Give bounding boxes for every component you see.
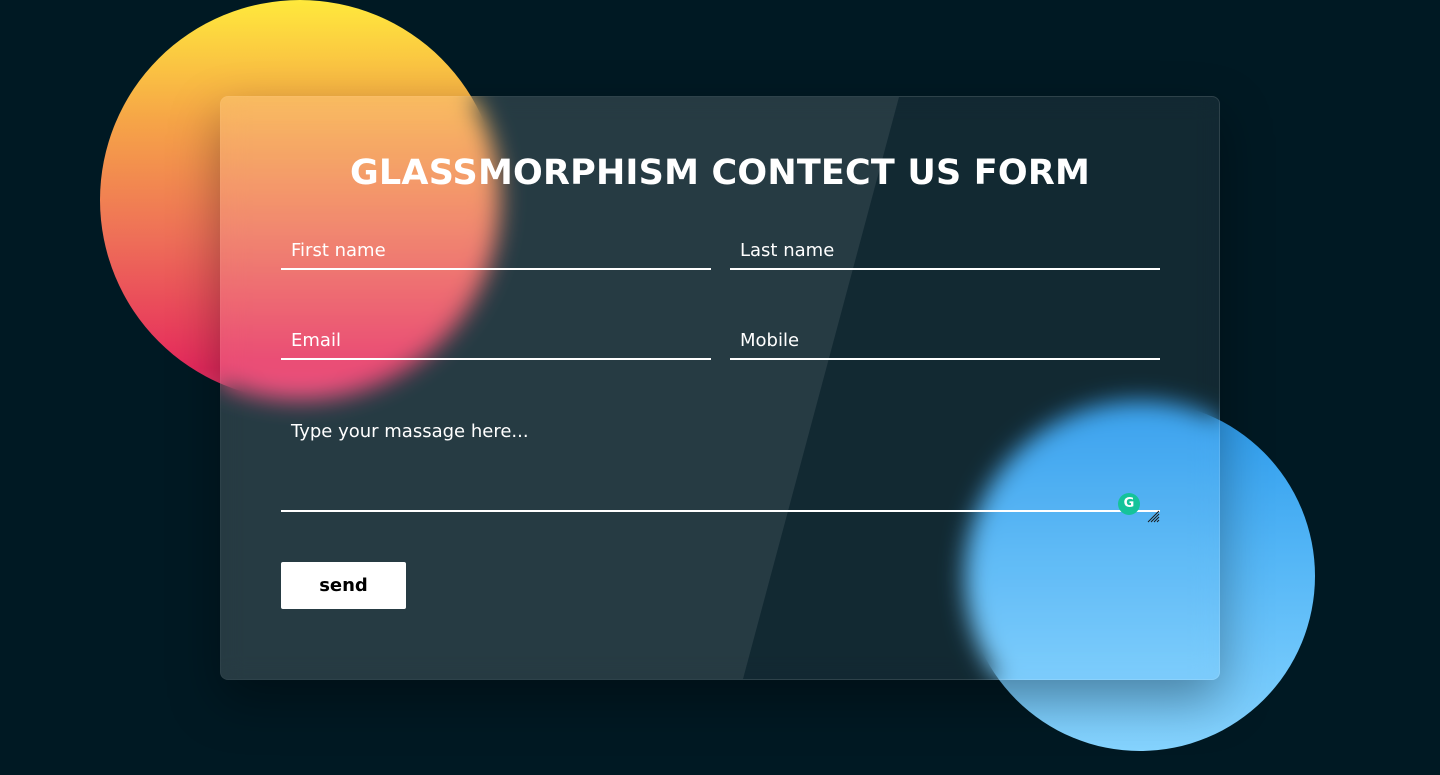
message-field (281, 409, 1160, 523)
mobile-field (730, 322, 1160, 360)
message-textarea[interactable] (281, 409, 1160, 510)
form-title: GLASSMORPHISM CONTECT US FORM (350, 153, 1090, 193)
first-name-input[interactable] (281, 232, 711, 268)
last-name-field (730, 232, 1160, 270)
email-field (281, 322, 711, 360)
last-name-input[interactable] (730, 232, 1160, 268)
first-name-field (281, 232, 711, 270)
contact-form-card: GLASSMORPHISM CONTECT US FORM G (220, 96, 1220, 680)
send-button[interactable]: send (281, 562, 406, 609)
page-stage: GLASSMORPHISM CONTECT US FORM G (0, 0, 1440, 775)
grammarly-icon[interactable]: G (1118, 493, 1140, 515)
mobile-input[interactable] (730, 322, 1160, 358)
resize-handle-icon[interactable] (1146, 508, 1160, 523)
email-input[interactable] (281, 322, 711, 358)
